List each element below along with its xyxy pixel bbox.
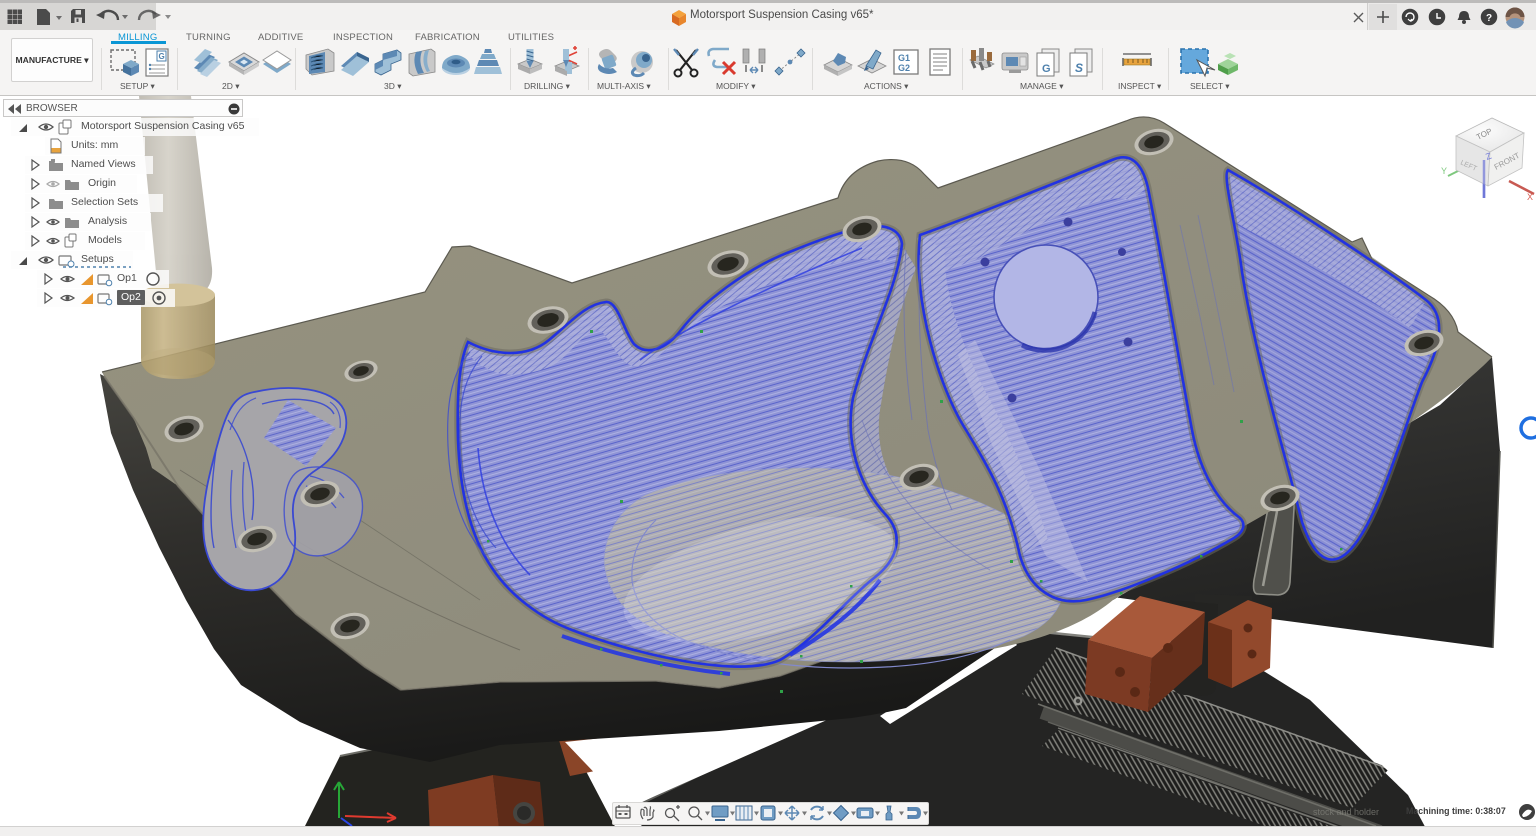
svg-text:S: S — [1075, 61, 1083, 75]
svg-text:X: X — [1527, 192, 1533, 202]
svg-text:G2: G2 — [898, 63, 910, 73]
svg-text:G: G — [159, 52, 165, 61]
svg-text:?: ? — [1486, 13, 1492, 24]
svg-text:Y: Y — [1441, 166, 1447, 176]
svg-text:G: G — [1042, 63, 1051, 75]
svg-text:G1: G1 — [898, 53, 910, 63]
